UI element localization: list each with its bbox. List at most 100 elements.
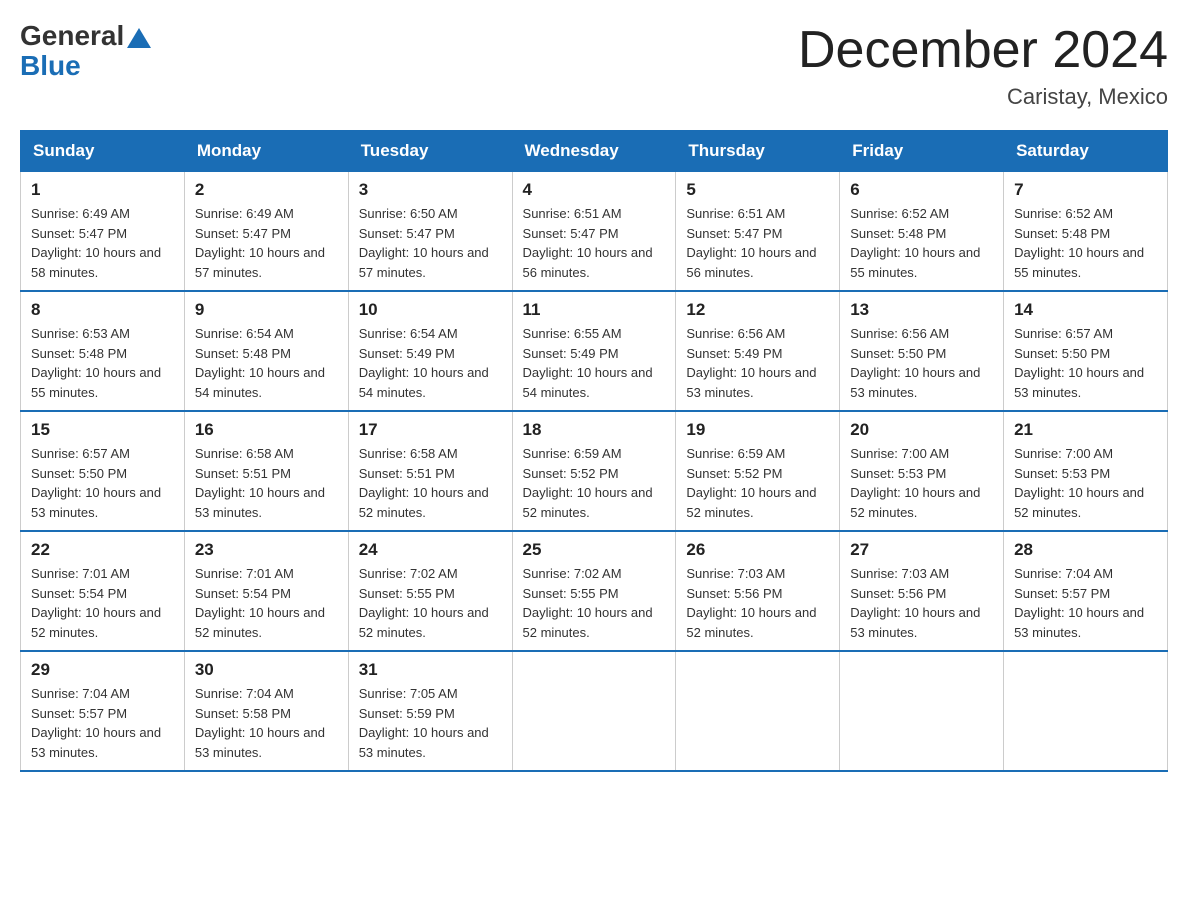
logo-general-text: General — [20, 20, 124, 52]
calendar-cell: 5 Sunrise: 6:51 AMSunset: 5:47 PMDayligh… — [676, 172, 840, 292]
day-info: Sunrise: 7:04 AMSunset: 5:57 PMDaylight:… — [1014, 564, 1157, 642]
day-number: 1 — [31, 180, 174, 200]
day-number: 7 — [1014, 180, 1157, 200]
day-info: Sunrise: 6:58 AMSunset: 5:51 PMDaylight:… — [359, 444, 502, 522]
day-info: Sunrise: 6:50 AMSunset: 5:47 PMDaylight:… — [359, 204, 502, 282]
day-info: Sunrise: 7:02 AMSunset: 5:55 PMDaylight:… — [523, 564, 666, 642]
day-number: 11 — [523, 300, 666, 320]
day-number: 29 — [31, 660, 174, 680]
calendar-table: SundayMondayTuesdayWednesdayThursdayFrid… — [20, 130, 1168, 772]
day-number: 16 — [195, 420, 338, 440]
header-cell-saturday: Saturday — [1004, 131, 1168, 172]
calendar-cell: 28 Sunrise: 7:04 AMSunset: 5:57 PMDaylig… — [1004, 531, 1168, 651]
calendar-cell: 16 Sunrise: 6:58 AMSunset: 5:51 PMDaylig… — [184, 411, 348, 531]
day-number: 2 — [195, 180, 338, 200]
day-info: Sunrise: 6:51 AMSunset: 5:47 PMDaylight:… — [686, 204, 829, 282]
day-number: 9 — [195, 300, 338, 320]
header-cell-monday: Monday — [184, 131, 348, 172]
calendar-cell: 4 Sunrise: 6:51 AMSunset: 5:47 PMDayligh… — [512, 172, 676, 292]
calendar-cell: 6 Sunrise: 6:52 AMSunset: 5:48 PMDayligh… — [840, 172, 1004, 292]
calendar-cell: 13 Sunrise: 6:56 AMSunset: 5:50 PMDaylig… — [840, 291, 1004, 411]
day-number: 12 — [686, 300, 829, 320]
day-number: 15 — [31, 420, 174, 440]
calendar-cell: 2 Sunrise: 6:49 AMSunset: 5:47 PMDayligh… — [184, 172, 348, 292]
calendar-cell: 10 Sunrise: 6:54 AMSunset: 5:49 PMDaylig… — [348, 291, 512, 411]
day-number: 25 — [523, 540, 666, 560]
day-info: Sunrise: 6:59 AMSunset: 5:52 PMDaylight:… — [523, 444, 666, 522]
header-cell-friday: Friday — [840, 131, 1004, 172]
day-info: Sunrise: 7:01 AMSunset: 5:54 PMDaylight:… — [31, 564, 174, 642]
day-info: Sunrise: 6:56 AMSunset: 5:49 PMDaylight:… — [686, 324, 829, 402]
calendar-cell: 20 Sunrise: 7:00 AMSunset: 5:53 PMDaylig… — [840, 411, 1004, 531]
day-info: Sunrise: 7:01 AMSunset: 5:54 PMDaylight:… — [195, 564, 338, 642]
day-info: Sunrise: 6:59 AMSunset: 5:52 PMDaylight:… — [686, 444, 829, 522]
header-cell-sunday: Sunday — [21, 131, 185, 172]
day-number: 8 — [31, 300, 174, 320]
calendar-cell: 30 Sunrise: 7:04 AMSunset: 5:58 PMDaylig… — [184, 651, 348, 771]
day-number: 18 — [523, 420, 666, 440]
day-number: 21 — [1014, 420, 1157, 440]
location-text: Caristay, Mexico — [798, 84, 1168, 110]
calendar-cell: 7 Sunrise: 6:52 AMSunset: 5:48 PMDayligh… — [1004, 172, 1168, 292]
month-title: December 2024 — [798, 20, 1168, 80]
calendar-cell: 3 Sunrise: 6:50 AMSunset: 5:47 PMDayligh… — [348, 172, 512, 292]
header-row: SundayMondayTuesdayWednesdayThursdayFrid… — [21, 131, 1168, 172]
week-row-4: 22 Sunrise: 7:01 AMSunset: 5:54 PMDaylig… — [21, 531, 1168, 651]
day-info: Sunrise: 6:57 AMSunset: 5:50 PMDaylight:… — [1014, 324, 1157, 402]
day-info: Sunrise: 7:04 AMSunset: 5:58 PMDaylight:… — [195, 684, 338, 762]
day-info: Sunrise: 7:00 AMSunset: 5:53 PMDaylight:… — [850, 444, 993, 522]
calendar-cell: 29 Sunrise: 7:04 AMSunset: 5:57 PMDaylig… — [21, 651, 185, 771]
calendar-cell: 26 Sunrise: 7:03 AMSunset: 5:56 PMDaylig… — [676, 531, 840, 651]
calendar-cell: 24 Sunrise: 7:02 AMSunset: 5:55 PMDaylig… — [348, 531, 512, 651]
day-info: Sunrise: 7:05 AMSunset: 5:59 PMDaylight:… — [359, 684, 502, 762]
calendar-cell: 22 Sunrise: 7:01 AMSunset: 5:54 PMDaylig… — [21, 531, 185, 651]
calendar-cell: 27 Sunrise: 7:03 AMSunset: 5:56 PMDaylig… — [840, 531, 1004, 651]
day-number: 3 — [359, 180, 502, 200]
calendar-cell: 17 Sunrise: 6:58 AMSunset: 5:51 PMDaylig… — [348, 411, 512, 531]
calendar-cell: 21 Sunrise: 7:00 AMSunset: 5:53 PMDaylig… — [1004, 411, 1168, 531]
day-info: Sunrise: 6:55 AMSunset: 5:49 PMDaylight:… — [523, 324, 666, 402]
day-info: Sunrise: 6:49 AMSunset: 5:47 PMDaylight:… — [31, 204, 174, 282]
day-number: 6 — [850, 180, 993, 200]
day-info: Sunrise: 6:58 AMSunset: 5:51 PMDaylight:… — [195, 444, 338, 522]
calendar-cell — [840, 651, 1004, 771]
calendar-cell: 18 Sunrise: 6:59 AMSunset: 5:52 PMDaylig… — [512, 411, 676, 531]
day-number: 10 — [359, 300, 502, 320]
logo: General Blue — [20, 20, 151, 82]
calendar-cell — [512, 651, 676, 771]
page-header: General Blue December 2024 Caristay, Mex… — [20, 20, 1168, 110]
day-number: 20 — [850, 420, 993, 440]
calendar-cell: 11 Sunrise: 6:55 AMSunset: 5:49 PMDaylig… — [512, 291, 676, 411]
day-info: Sunrise: 7:04 AMSunset: 5:57 PMDaylight:… — [31, 684, 174, 762]
day-info: Sunrise: 6:52 AMSunset: 5:48 PMDaylight:… — [850, 204, 993, 282]
title-section: December 2024 Caristay, Mexico — [798, 20, 1168, 110]
day-info: Sunrise: 6:57 AMSunset: 5:50 PMDaylight:… — [31, 444, 174, 522]
day-number: 5 — [686, 180, 829, 200]
day-number: 4 — [523, 180, 666, 200]
day-info: Sunrise: 6:53 AMSunset: 5:48 PMDaylight:… — [31, 324, 174, 402]
day-info: Sunrise: 6:54 AMSunset: 5:48 PMDaylight:… — [195, 324, 338, 402]
day-number: 22 — [31, 540, 174, 560]
day-info: Sunrise: 7:02 AMSunset: 5:55 PMDaylight:… — [359, 564, 502, 642]
day-info: Sunrise: 6:52 AMSunset: 5:48 PMDaylight:… — [1014, 204, 1157, 282]
day-number: 17 — [359, 420, 502, 440]
header-cell-tuesday: Tuesday — [348, 131, 512, 172]
week-row-3: 15 Sunrise: 6:57 AMSunset: 5:50 PMDaylig… — [21, 411, 1168, 531]
logo-triangle-icon — [127, 28, 151, 48]
week-row-5: 29 Sunrise: 7:04 AMSunset: 5:57 PMDaylig… — [21, 651, 1168, 771]
day-info: Sunrise: 7:00 AMSunset: 5:53 PMDaylight:… — [1014, 444, 1157, 522]
calendar-cell: 9 Sunrise: 6:54 AMSunset: 5:48 PMDayligh… — [184, 291, 348, 411]
day-info: Sunrise: 7:03 AMSunset: 5:56 PMDaylight:… — [686, 564, 829, 642]
week-row-1: 1 Sunrise: 6:49 AMSunset: 5:47 PMDayligh… — [21, 172, 1168, 292]
calendar-cell: 19 Sunrise: 6:59 AMSunset: 5:52 PMDaylig… — [676, 411, 840, 531]
header-cell-wednesday: Wednesday — [512, 131, 676, 172]
day-number: 27 — [850, 540, 993, 560]
header-cell-thursday: Thursday — [676, 131, 840, 172]
day-info: Sunrise: 7:03 AMSunset: 5:56 PMDaylight:… — [850, 564, 993, 642]
week-row-2: 8 Sunrise: 6:53 AMSunset: 5:48 PMDayligh… — [21, 291, 1168, 411]
day-number: 31 — [359, 660, 502, 680]
calendar-cell: 25 Sunrise: 7:02 AMSunset: 5:55 PMDaylig… — [512, 531, 676, 651]
calendar-cell: 8 Sunrise: 6:53 AMSunset: 5:48 PMDayligh… — [21, 291, 185, 411]
day-number: 30 — [195, 660, 338, 680]
day-number: 13 — [850, 300, 993, 320]
